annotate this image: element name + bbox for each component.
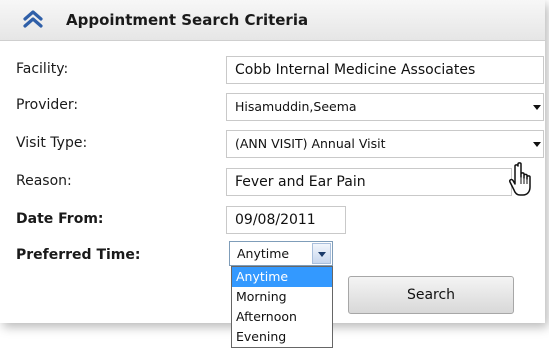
visit-type-select[interactable]: (ANN VISIT) Annual Visit	[226, 130, 544, 158]
facility-label: Facility:	[16, 61, 69, 77]
search-button[interactable]: Search	[348, 276, 514, 314]
hand-pointer-icon	[509, 162, 531, 196]
chevron-down-icon	[533, 142, 541, 147]
preferred-time-value: Anytime	[237, 246, 290, 261]
date-from-label: Date From:	[16, 211, 104, 227]
collapse-chevron-icon[interactable]	[22, 9, 44, 29]
option-evening[interactable]: Evening	[232, 327, 332, 347]
provider-value: Hisamuddin,Seema	[235, 99, 357, 114]
date-from-value: 09/08/2011	[235, 212, 316, 228]
reason-label: Reason:	[16, 173, 72, 189]
chevron-down-icon	[533, 105, 541, 110]
search-button-label: Search	[406, 287, 456, 303]
option-anytime[interactable]: Anytime	[232, 267, 332, 287]
dropdown-button[interactable]	[312, 243, 331, 264]
preferred-time-options: Anytime Morning Afternoon Evening	[231, 266, 333, 348]
reason-value: Fever and Ear Pain	[235, 174, 366, 190]
panel-header: Appointment Search Criteria	[0, 0, 545, 41]
option-morning[interactable]: Morning	[232, 287, 332, 307]
reason-field[interactable]: Fever and Ear Pain	[226, 168, 512, 196]
preferred-time-label: Preferred Time:	[16, 247, 141, 263]
visit-type-label: Visit Type:	[16, 135, 88, 151]
provider-select[interactable]: Hisamuddin,Seema	[226, 93, 544, 121]
facility-value: Cobb Internal Medicine Associates	[235, 62, 476, 78]
option-afternoon[interactable]: Afternoon	[232, 307, 332, 327]
panel-title: Appointment Search Criteria	[66, 11, 309, 29]
provider-label: Provider:	[16, 97, 79, 113]
preferred-time-select[interactable]: Anytime	[229, 241, 333, 266]
date-from-field[interactable]: 09/08/2011	[226, 206, 346, 234]
chevron-down-icon	[318, 252, 326, 257]
facility-field[interactable]: Cobb Internal Medicine Associates	[226, 56, 544, 84]
visit-type-value: (ANN VISIT) Annual Visit	[235, 136, 386, 151]
